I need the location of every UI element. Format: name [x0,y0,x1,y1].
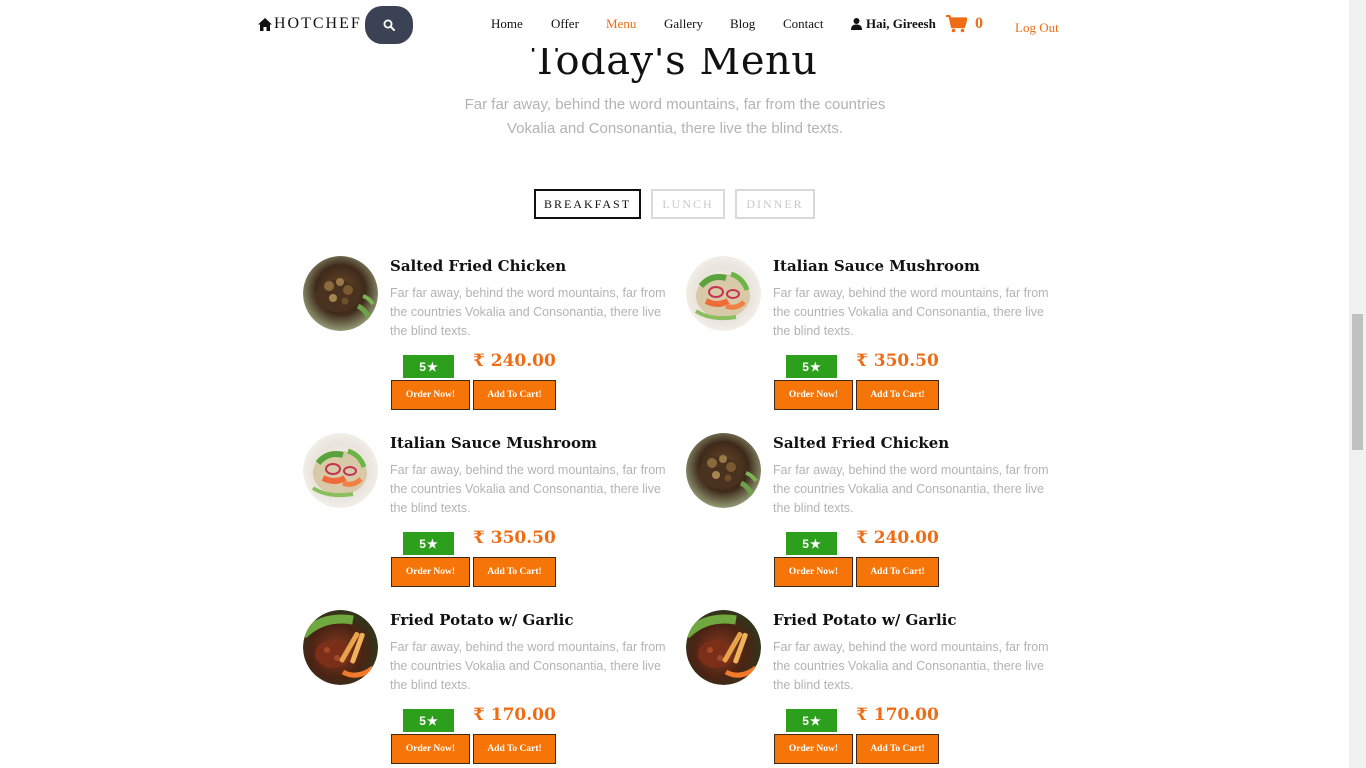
item-name: Italian Sauce Mushroom [390,434,597,452]
item-price: ₹ 350.50 [473,528,556,548]
star-icon: ★ [809,536,821,551]
rating-badge: 5 ★ [786,355,837,378]
logout-link[interactable]: Log Out [1015,20,1059,36]
item-price: ₹ 170.00 [856,705,939,725]
add-to-cart-button[interactable]: Add To Cart! [856,557,939,587]
page-subtitle: Far far away, behind the word mountains,… [464,96,886,137]
add-to-cart-button[interactable]: Add To Cart! [856,380,939,410]
food-image [686,610,761,685]
food-image [303,610,378,685]
star-icon: ★ [426,713,438,728]
nav-link-home[interactable]: Home [491,16,523,32]
menu-item: Salted Fried Chicken Far far away, behind… [686,433,1066,593]
item-price: ₹ 240.00 [473,351,556,371]
rating-badge: 5 ★ [786,532,837,555]
star-icon: ★ [426,536,438,551]
item-description: Far far away, behind the word mountains,… [390,640,666,692]
star-icon: ★ [426,359,438,374]
menu-item: Italian Sauce Mushroom Far far away, behi… [303,433,683,593]
item-price: ₹ 350.50 [856,351,939,371]
cart-icon [946,15,967,33]
tab-breakfast[interactable]: BREAKFAST [534,189,641,219]
item-name: Salted Fried Chicken [390,257,567,275]
scrollbar-thumb[interactable] [1352,314,1363,450]
search-icon [383,19,395,31]
food-image [686,256,761,331]
order-now-button[interactable]: Order Now! [774,734,853,764]
item-description: Far far away, behind the word mountains,… [390,463,666,515]
rating-value: 5 [802,536,809,551]
rating-badge: 5 ★ [403,355,454,378]
user-greeting[interactable]: Hai, Gireesh [851,16,936,32]
cart-link[interactable]: 0 [946,15,983,33]
item-description: Far far away, behind the word mountains,… [773,286,1049,338]
tab-dinner[interactable]: DINNER [735,189,815,219]
brand-logo[interactable]: HOTCHEF [258,15,362,33]
star-icon: ★ [809,713,821,728]
item-description: Far far away, behind the word mountains,… [390,286,666,338]
food-image [686,433,761,508]
cart-count: 0 [975,15,983,32]
add-to-cart-button[interactable]: Add To Cart! [856,734,939,764]
menu-item: Fried Potato w/ Garlic Far far away, behi… [686,610,1066,768]
order-now-button[interactable]: Order Now! [391,734,470,764]
rating-value: 5 [802,713,809,728]
menu-item: Italian Sauce Mushroom Far far away, behi… [686,256,1066,416]
rating-badge: 5 ★ [403,709,454,732]
item-name: Salted Fried Chicken [773,434,950,452]
tab-lunch[interactable]: LUNCH [651,189,725,219]
item-name: Italian Sauce Mushroom [773,257,980,275]
item-price: ₹ 170.00 [473,705,556,725]
rating-value: 5 [802,359,809,374]
item-price: ₹ 240.00 [856,528,939,548]
rating-value: 5 [419,359,426,374]
page: HOTCHEF Home Offer Menu Gallery Blog Con… [0,0,1366,768]
item-name: Fried Potato w/ Garlic [773,611,957,629]
nav-link-contact[interactable]: Contact [783,16,823,32]
rating-badge: 5 ★ [403,532,454,555]
rating-value: 5 [419,536,426,551]
item-description: Far far away, behind the word mountains,… [773,640,1049,692]
user-icon [851,18,862,30]
scrollbar[interactable] [1349,0,1366,768]
rating-value: 5 [419,713,426,728]
menu-item: Fried Potato w/ Garlic Far far away, behi… [303,610,683,768]
navbar: HOTCHEF Home Offer Menu Gallery Blog Con… [0,0,1349,48]
nav-link-blog[interactable]: Blog [730,16,755,32]
menu-item: Salted Fried Chicken Far far away, behind… [303,256,683,416]
star-icon: ★ [809,359,821,374]
nav-link-menu[interactable]: Menu [606,16,636,32]
rating-badge: 5 ★ [786,709,837,732]
user-greeting-text: Hai, Gireesh [866,16,936,31]
nav-link-gallery[interactable]: Gallery [664,16,703,32]
nav-link-offer[interactable]: Offer [551,16,579,32]
add-to-cart-button[interactable]: Add To Cart! [473,557,556,587]
brand-name: HOTCHEF [274,15,362,32]
order-now-button[interactable]: Order Now! [774,557,853,587]
add-to-cart-button[interactable]: Add To Cart! [473,380,556,410]
item-description: Far far away, behind the word mountains,… [773,463,1049,515]
item-name: Fried Potato w/ Garlic [390,611,574,629]
order-now-button[interactable]: Order Now! [391,557,470,587]
order-now-button[interactable]: Order Now! [391,380,470,410]
order-now-button[interactable]: Order Now! [774,380,853,410]
search-button[interactable] [365,6,413,44]
home-icon [258,17,272,31]
food-image [303,433,378,508]
food-image [303,256,378,331]
add-to-cart-button[interactable]: Add To Cart! [473,734,556,764]
